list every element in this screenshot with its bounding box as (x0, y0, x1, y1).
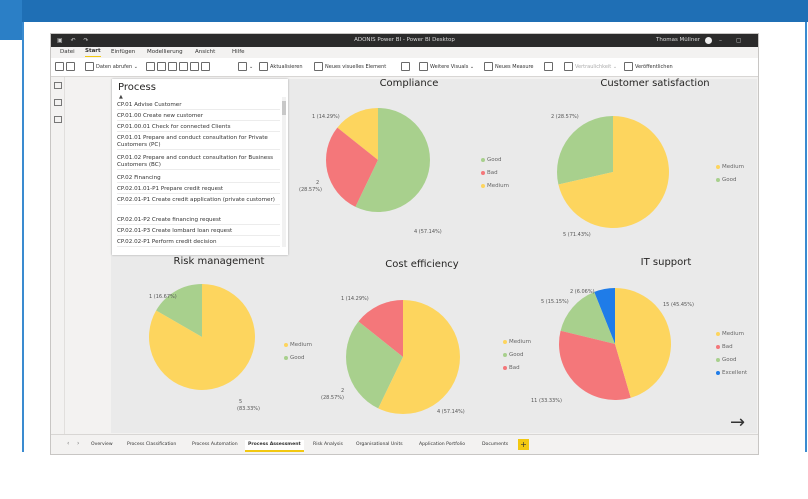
outer-frame-right-line (805, 22, 807, 452)
legend-item[interactable]: Good (716, 357, 736, 363)
powerbi-window: ▣ ↶ ↷ ADONIS Power BI - Power BI Desktop… (50, 33, 759, 455)
legend-swatch (716, 344, 720, 349)
legend-swatch (716, 357, 720, 362)
next-page-arrow-icon[interactable]: → (730, 414, 745, 432)
tab-process-classification[interactable]: Process Classification (127, 440, 176, 450)
outer-frame-left-line (22, 22, 24, 452)
page-tabs-bar: ‹ › Overview Process Classification Proc… (51, 434, 758, 454)
legend-swatch (716, 331, 720, 336)
data-label: 2 (6.06%) (570, 289, 595, 295)
tab-organisational-units[interactable]: Organisational Units (356, 440, 403, 450)
tab-documents[interactable]: Documents (482, 440, 508, 450)
tab-scroll-left-icon[interactable]: ‹ (67, 440, 69, 447)
legend-label: Good (722, 357, 737, 363)
data-label: 5 (15.15%) (541, 299, 569, 305)
outer-accent-block (0, 0, 22, 40)
data-label: 15 (45.45%) (663, 302, 694, 308)
legend-item[interactable]: Medium (716, 331, 744, 337)
legend-label: Excellent (722, 370, 748, 376)
tab-process-automation[interactable]: Process Automation (192, 440, 238, 450)
legend-label: Bad (722, 344, 733, 350)
add-page-button[interactable]: + (518, 439, 529, 450)
outer-header-band (0, 0, 808, 22)
tab-application-portfolio[interactable]: Application Portfolio (419, 440, 465, 450)
pie-it-support[interactable] (51, 34, 758, 454)
tab-risk-analysis[interactable]: Risk Analysis (313, 440, 343, 450)
tab-scroll-right-icon[interactable]: › (77, 440, 79, 447)
legend-item[interactable]: Bad (716, 344, 733, 350)
tab-process-assessment[interactable]: Process Assessment (245, 440, 304, 452)
legend-swatch (716, 370, 720, 375)
legend-item[interactable]: Excellent (716, 370, 747, 376)
legend-label: Medium (722, 331, 744, 337)
tab-overview[interactable]: Overview (91, 440, 113, 450)
data-label: 11 (33.33%) (531, 398, 562, 404)
